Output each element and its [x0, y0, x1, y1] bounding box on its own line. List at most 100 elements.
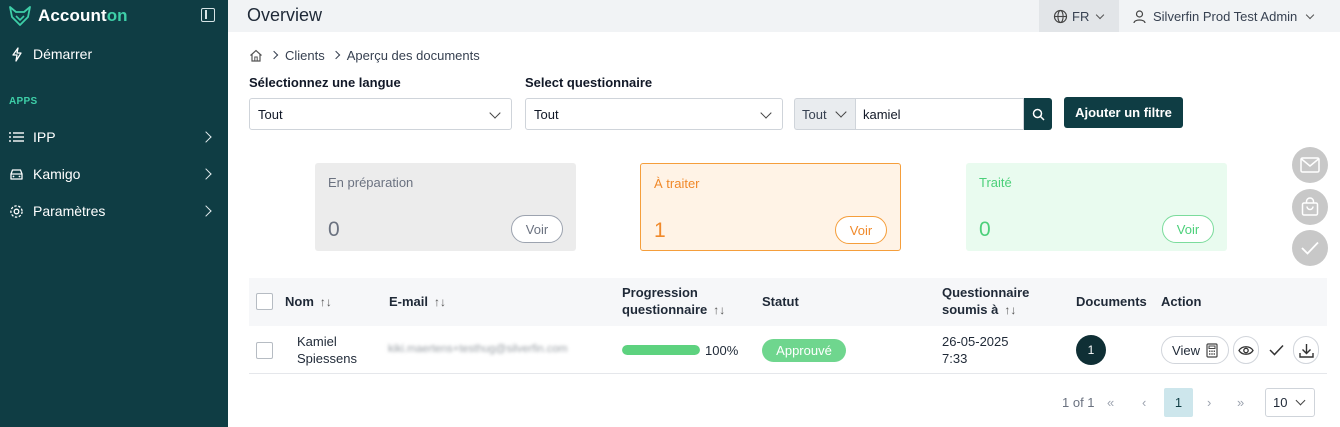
status-badge: Approuvé	[762, 339, 846, 362]
sort-icon[interactable]: ↑↓	[434, 294, 446, 311]
questionnaire-filter-select[interactable]: Tout	[525, 98, 783, 130]
current-page-button[interactable]: 1	[1164, 388, 1193, 417]
last-page-button[interactable]: »	[1237, 395, 1244, 410]
table-header: Nom ↑↓ E-mail ↑↓ Progression questionnaire ↑…	[249, 278, 1327, 326]
breadcrumb-separator-icon	[331, 50, 340, 60]
submitted-date: 26-05-2025 7:33	[942, 334, 1009, 366]
breadcrumb-separator-icon	[269, 50, 279, 60]
mail-icon	[1300, 157, 1320, 173]
select-all-checkbox[interactable]	[256, 293, 273, 310]
chevron-down-icon	[1295, 395, 1306, 406]
row-checkbox[interactable]	[256, 342, 273, 359]
search-scope-select[interactable]: Tout	[794, 98, 855, 130]
language-label: FR	[1072, 8, 1090, 24]
view-button-label: View	[1172, 342, 1200, 358]
column-header-label: Questionnaire	[942, 285, 1030, 300]
calculator-icon	[1206, 342, 1218, 358]
download-icon	[1298, 343, 1314, 358]
card-count: 1	[654, 219, 666, 242]
chevron-down-icon	[835, 106, 847, 118]
view-button[interactable]: Voir	[1162, 215, 1214, 243]
search-button[interactable]	[1024, 98, 1052, 130]
next-page-button[interactable]: ›	[1207, 395, 1211, 410]
breadcrumb-current: Aperçu des documents	[346, 47, 480, 63]
search-scope-value: Tout	[802, 106, 827, 122]
column-header-label: questionnaire	[622, 302, 708, 317]
progress-bar-fill	[622, 345, 700, 355]
download-button[interactable]	[1293, 336, 1319, 364]
language-selector[interactable]: FR	[1039, 0, 1119, 32]
previous-page-button[interactable]: ‹	[1142, 395, 1146, 410]
sort-icon[interactable]: ↑↓	[713, 302, 725, 319]
chevron-right-icon	[200, 168, 212, 180]
sidebar-item-start[interactable]: Démarrer	[0, 40, 228, 68]
bag-button[interactable]	[1292, 189, 1328, 225]
first-page-button[interactable]: «	[1107, 395, 1114, 410]
fox-logo-icon	[9, 6, 31, 26]
search-input[interactable]	[855, 98, 1024, 130]
card-title: Traité	[979, 175, 1012, 190]
search-icon	[1032, 108, 1045, 121]
card-to-process: À traiter 1 Voir	[640, 163, 901, 251]
view-button[interactable]: Voir	[835, 216, 887, 244]
gear-icon	[9, 204, 24, 219]
sort-icon[interactable]: ↑↓	[320, 294, 332, 311]
chevron-down-icon	[760, 107, 772, 119]
home-icon[interactable]	[249, 49, 263, 62]
card-in-preparation: En préparation 0 Voir	[315, 163, 576, 251]
chevron-down-icon	[489, 107, 501, 119]
sidebar-collapse-icon[interactable]	[201, 8, 215, 22]
sidebar-item-label: Paramètres	[33, 203, 106, 219]
column-header-email[interactable]: E-mail ↑↓	[389, 293, 446, 311]
logo[interactable]: Accounton	[8, 4, 128, 28]
language-filter-value: Tout	[258, 106, 283, 122]
sidebar-item-label: Démarrer	[33, 46, 93, 62]
sidebar-item-kamigo[interactable]: Kamigo	[0, 160, 228, 188]
documents-count-badge[interactable]: 1	[1076, 335, 1106, 365]
column-header-submitted[interactable]: Questionnaire soumis à ↑↓	[942, 284, 1029, 319]
sidebar-item-ipp[interactable]: IPP	[0, 123, 228, 151]
car-icon	[9, 167, 24, 182]
search-group: Tout	[794, 98, 1052, 130]
column-header-documents: Documents	[1076, 294, 1147, 309]
chevron-down-icon	[1306, 10, 1315, 19]
breadcrumb: Clients Aperçu des documents	[249, 47, 480, 63]
page-size-select[interactable]: 10	[1265, 388, 1315, 417]
shopping-bag-icon	[1301, 197, 1319, 216]
column-header-label: soumis à	[942, 302, 999, 317]
progress-bar	[622, 345, 700, 355]
breadcrumb-clients[interactable]: Clients	[285, 48, 325, 63]
page-size-value: 10	[1273, 395, 1288, 410]
card-count: 0	[979, 218, 991, 241]
language-filter-select[interactable]: Tout	[249, 98, 512, 130]
view-button[interactable]: View	[1161, 336, 1229, 364]
card-count: 0	[328, 218, 340, 241]
column-header-name[interactable]: Nom ↑↓	[285, 293, 332, 311]
column-header-label: Progression	[622, 285, 698, 300]
eye-icon	[1238, 345, 1254, 355]
page-title: Overview	[247, 5, 323, 25]
table-row: Kamiel Spiessens kiki.maertens+testhug@si…	[249, 326, 1327, 374]
card-processed: Traité 0 Voir	[966, 163, 1227, 251]
sort-icon[interactable]: ↑↓	[1004, 302, 1016, 319]
mail-button[interactable]	[1292, 147, 1328, 183]
preview-button[interactable]	[1233, 336, 1259, 364]
view-button[interactable]: Voir	[511, 215, 563, 243]
apps-section-label: APPS	[9, 96, 38, 107]
client-name[interactable]: Kamiel Spiessens	[297, 333, 357, 367]
approve-button[interactable]	[1263, 336, 1289, 364]
column-header-progress[interactable]: Progression questionnaire ↑↓	[622, 284, 725, 319]
questionnaire-filter-label: Select questionnaire	[525, 75, 653, 90]
add-filter-button[interactable]: Ajouter un filtre	[1064, 97, 1183, 128]
globe-icon	[1053, 9, 1068, 23]
list-icon	[9, 130, 24, 145]
client-email: kiki.maertens+testhug@silverfin.com	[388, 343, 568, 355]
chevron-down-icon	[1096, 10, 1105, 19]
check-button[interactable]	[1292, 230, 1328, 266]
sidebar-item-label: Kamigo	[33, 166, 81, 182]
sidebar-item-parametres[interactable]: Paramètres	[0, 197, 228, 225]
top-bar: Overview FR Silverfin Prod Test Admin	[228, 0, 1340, 32]
check-icon	[1268, 344, 1284, 356]
user-menu[interactable]: Silverfin Prod Test Admin	[1132, 0, 1315, 32]
column-header-status: Statut	[762, 294, 799, 309]
